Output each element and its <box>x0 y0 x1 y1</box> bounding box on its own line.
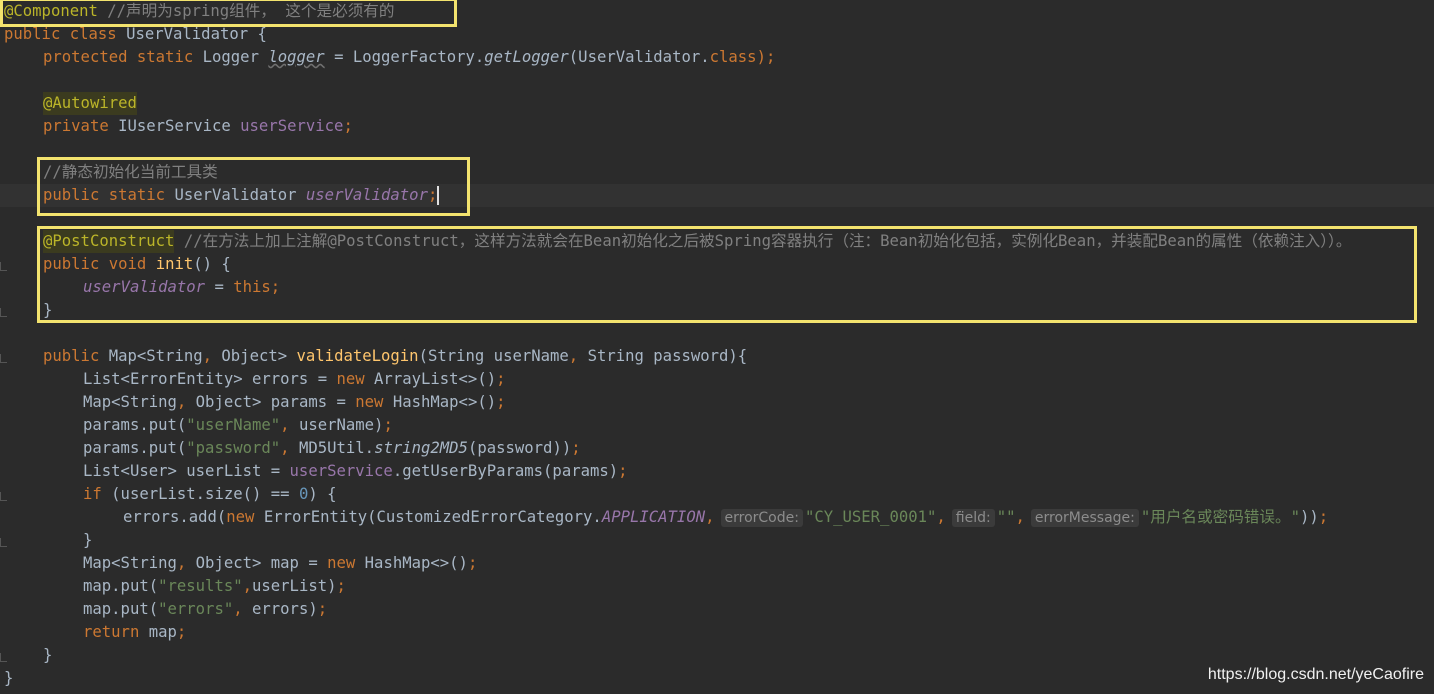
code-line-16: public Map<String, Object> validateLogin… <box>43 347 748 365</box>
param-hint-errormessage: errorMessage: <box>1030 508 1139 527</box>
code-editor[interactable]: @Component //声明为spring组件， 这个是必须有的 public… <box>0 0 1434 694</box>
code-line-8: //静态初始化当前工具类 <box>43 161 218 184</box>
code-line-12: public void init() { <box>43 255 231 273</box>
code-line-23: errors.add(new ErrorEntity(CustomizedErr… <box>123 508 1329 527</box>
code-line-19: params.put("userName", userName); <box>83 416 393 434</box>
code-line-1: @Component //声明为spring组件， 这个是必须有的 <box>4 0 395 23</box>
code-line-17: List<ErrorEntity> errors = new ArrayList… <box>83 370 506 388</box>
text-caret <box>437 186 440 205</box>
code-line-13: userValidator = this; <box>83 278 281 296</box>
code-line-29: } <box>43 646 53 664</box>
code-line-2: public class UserValidator { <box>4 25 267 43</box>
code-line-26: map.put("results", userList); <box>83 577 346 595</box>
code-line-18: Map<String, Object> params = new HashMap… <box>83 393 506 411</box>
fold-marker-icon[interactable] <box>0 308 7 317</box>
watermark: https://blog.csdn.net/yeCaofire <box>1207 666 1424 683</box>
fold-marker-icon[interactable] <box>0 538 7 547</box>
code-line-27: map.put("errors", errors); <box>83 600 328 618</box>
autowired-annotation: @Autowired <box>43 92 137 115</box>
code-line-9: public static UserValidator userValidato… <box>0 184 1434 207</box>
fold-marker-icon[interactable] <box>0 354 7 363</box>
fold-marker-icon[interactable] <box>0 262 7 271</box>
logger-field: logger <box>268 48 325 66</box>
code-line-3: protected static Logger logger = LoggerF… <box>43 46 775 69</box>
comment: //声明为spring组件， 这个是必须有的 <box>97 2 395 20</box>
param-hint-errorcode: errorCode: <box>720 508 803 527</box>
code-line-5: @Autowired <box>43 92 137 115</box>
code-line-25: Map<String, Object> map = new HashMap<>(… <box>83 554 478 572</box>
code-line-14: } <box>43 301 53 319</box>
code-line-22: if (userList.size() == 0) { <box>83 485 337 503</box>
code-line-20: params.put("password", MD5Util. string2MD… <box>83 439 581 457</box>
code-line-28: return map; <box>83 623 187 641</box>
postconstruct-annotation: @PostConstruct <box>43 230 175 253</box>
code-line-6: private IUserService userService; <box>43 117 353 135</box>
code-line-30: } <box>4 669 14 687</box>
fold-marker-icon[interactable] <box>0 492 7 501</box>
param-hint-field: field: <box>951 508 995 527</box>
code-line-24: } <box>83 531 93 549</box>
component-annotation: @Component <box>4 2 98 20</box>
comment: //静态初始化当前工具类 <box>43 163 218 181</box>
code-line-21: List<User> userList = userService .getUse… <box>83 462 628 480</box>
code-line-11: @PostConstruct //在方法上加上注解@PostConstruct，… <box>43 230 1351 253</box>
comment: //在方法上加上注解@PostConstruct，这样方法就会在Bean初始化之… <box>174 232 1352 250</box>
fold-marker-icon[interactable] <box>0 653 7 662</box>
